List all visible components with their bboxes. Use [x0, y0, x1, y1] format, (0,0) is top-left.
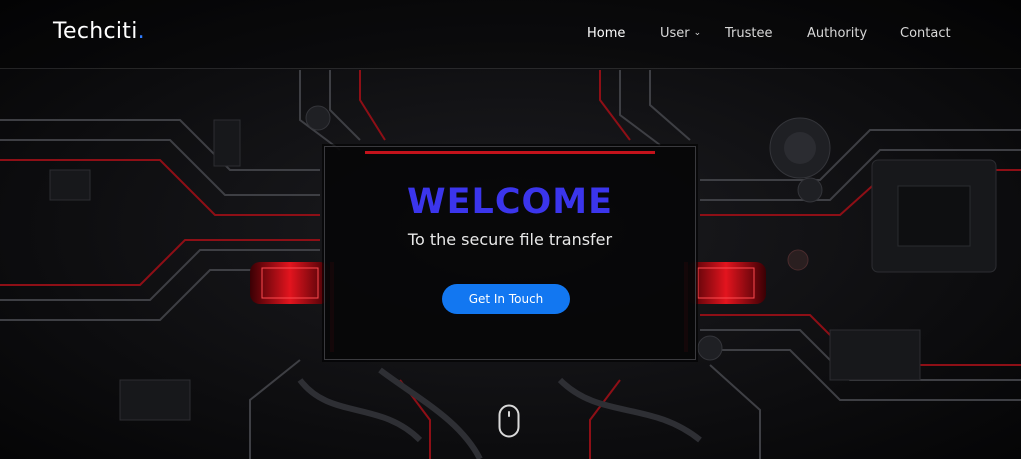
main-nav: Home User ⌄ Trustee Authority Contact — [0, 26, 1021, 46]
chevron-down-icon: ⌄ — [693, 28, 702, 38]
hero-title: WELCOME — [407, 182, 613, 222]
site-header: Techciti. Home User ⌄ Trustee Authority C… — [0, 0, 1021, 69]
get-in-touch-button[interactable]: Get In Touch — [442, 284, 570, 314]
nav-item-trustee[interactable]: Trustee — [725, 26, 772, 41]
hero-subtitle: To the secure file transfer — [407, 230, 613, 249]
nav-item-user-label: User — [660, 26, 690, 41]
nav-item-user[interactable]: User ⌄ — [660, 26, 701, 41]
hero-card: WELCOME To the secure file transfer Get … — [324, 146, 696, 360]
nav-item-contact[interactable]: Contact — [900, 26, 951, 41]
nav-item-home[interactable]: Home — [587, 26, 625, 41]
nav-item-authority[interactable]: Authority — [807, 26, 867, 41]
mouse-scroll-icon[interactable] — [498, 404, 520, 438]
card-accent-bar — [365, 151, 655, 154]
